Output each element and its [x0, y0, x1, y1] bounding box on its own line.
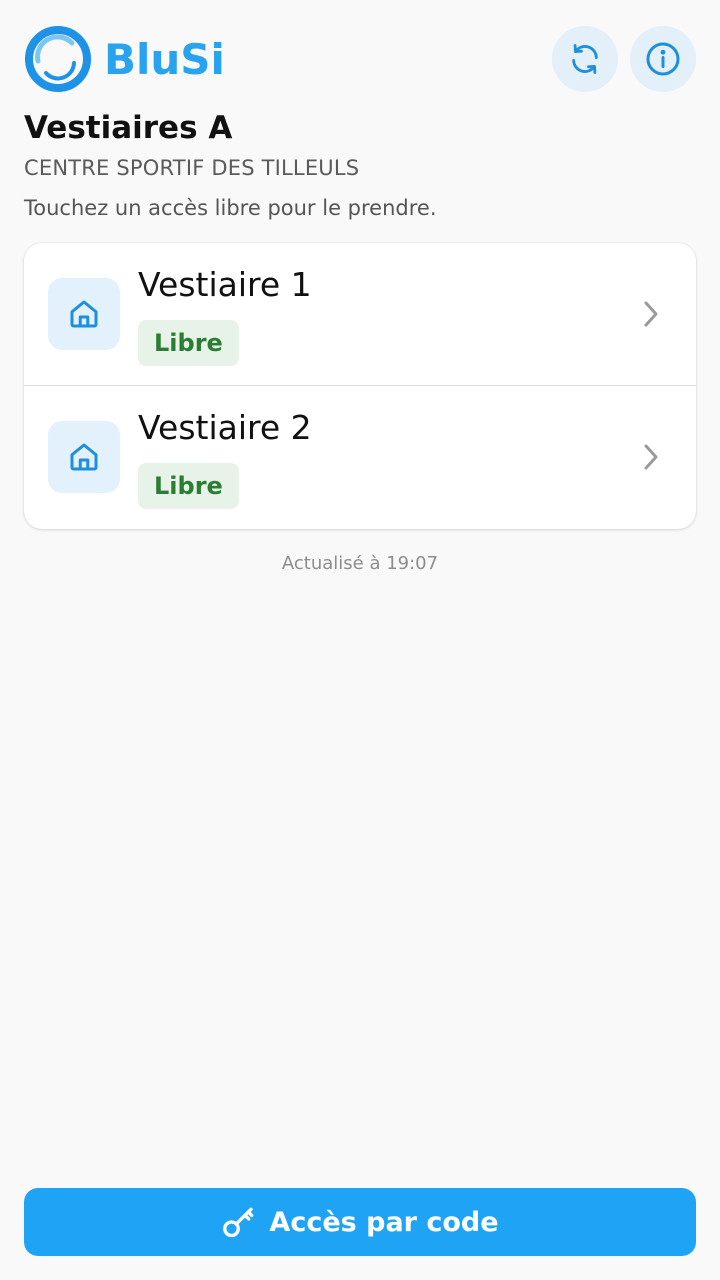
access-by-code-button[interactable]: Accès par code [24, 1188, 696, 1256]
page-subtitle: CENTRE SPORTIF DES TILLEULS [24, 156, 360, 180]
refresh-icon [572, 44, 598, 74]
chevron-right-icon [644, 301, 658, 327]
app-name: BluSi [104, 34, 225, 84]
app-logo: BluSi [24, 24, 225, 94]
info-icon [646, 42, 680, 76]
room-name: Vestiaire 2 [138, 408, 312, 447]
access-by-code-label: Accès par code [269, 1206, 499, 1238]
room-item-vestiaire-2[interactable]: Vestiaire 2 Libre [24, 386, 696, 528]
key-icon [223, 1207, 254, 1238]
logo-mark-icon [25, 26, 91, 92]
home-icon [70, 443, 98, 471]
app-header: BluSi [24, 24, 696, 94]
page-hint: Touchez un accès libre pour le prendre. [24, 196, 437, 220]
room-name: Vestiaire 1 [138, 265, 312, 304]
last-updated-text: Actualisé à 19:07 [281, 553, 439, 574]
home-icon [70, 300, 98, 328]
refresh-button[interactable] [552, 26, 618, 92]
status-badge: Libre [138, 320, 239, 366]
info-button[interactable] [630, 26, 696, 92]
rooms-list: Vestiaire 1 Libre Vestiaire 2 Libre [24, 243, 696, 529]
chevron-right-icon [644, 444, 658, 470]
room-item-vestiaire-1[interactable]: Vestiaire 1 Libre [24, 243, 696, 385]
page-title: Vestiaires A [24, 110, 233, 146]
room-icon-container [48, 278, 120, 350]
room-icon-container [48, 421, 120, 493]
status-badge: Libre [138, 463, 239, 509]
